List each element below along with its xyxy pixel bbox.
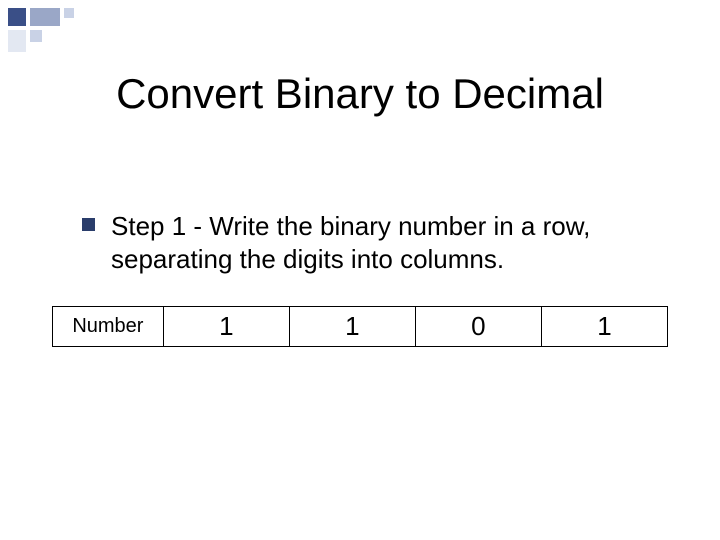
decor-square [30, 30, 42, 42]
binary-digit: 0 [415, 307, 541, 347]
bullet-text: Step 1 - Write the binary number in a ro… [111, 210, 660, 275]
slide: Convert Binary to Decimal Step 1 - Write… [0, 0, 720, 540]
decor-square [30, 8, 60, 26]
table-row: Number 1 1 0 1 [53, 307, 668, 347]
decor-square [8, 30, 26, 52]
binary-digit: 1 [163, 307, 289, 347]
decor-square [8, 8, 26, 26]
table-row-label: Number [53, 307, 164, 347]
binary-digit: 1 [289, 307, 415, 347]
binary-table: Number 1 1 0 1 [52, 306, 668, 347]
page-title: Convert Binary to Decimal [0, 70, 720, 118]
bullet-item: Step 1 - Write the binary number in a ro… [82, 210, 660, 275]
binary-digit: 1 [541, 307, 667, 347]
decor-square [64, 8, 74, 18]
bullet-icon [82, 218, 95, 231]
